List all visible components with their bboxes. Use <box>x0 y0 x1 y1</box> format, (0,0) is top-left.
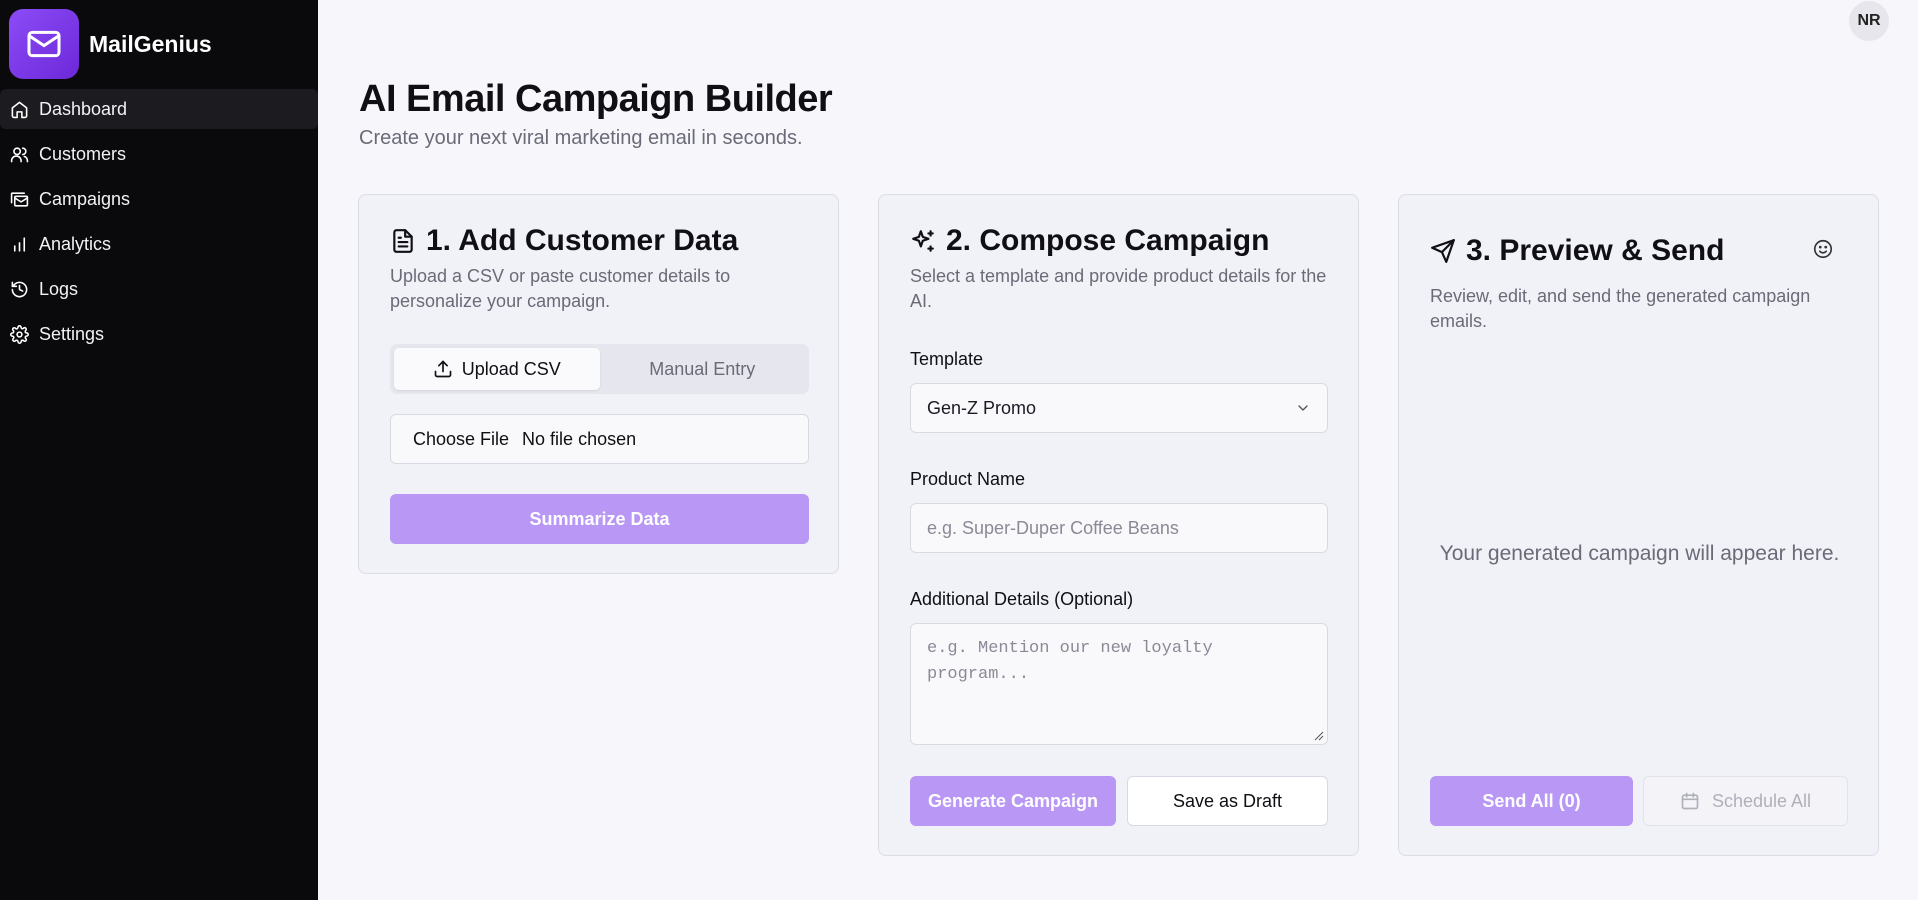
template-value: Gen-Z Promo <box>927 397 1037 418</box>
history-icon <box>11 281 28 297</box>
product-name-label: Product Name <box>910 469 1026 489</box>
sidebar-item-settings[interactable]: Settings <box>0 314 318 354</box>
sidebar-item-label: Campaigns <box>39 188 131 209</box>
sidebar-item-logs[interactable]: Logs <box>0 269 318 309</box>
card-title-text: 2. Compose Campaign <box>946 224 1270 257</box>
users-icon <box>10 146 29 162</box>
send-icon <box>1431 239 1455 263</box>
chevron-down-icon <box>1298 405 1308 411</box>
template-select[interactable]: Gen-Z Promo <box>910 383 1328 433</box>
sidebar-item-analytics[interactable]: Analytics <box>0 224 318 264</box>
sidebar-item-dashboard[interactable]: Dashboard <box>0 89 318 129</box>
template-label: Template <box>910 349 984 369</box>
card-title-text: 1. Add Customer Data <box>426 224 739 257</box>
sidebar-item-label: Logs <box>39 278 79 299</box>
user-avatar[interactable]: NR <box>1849 1 1889 41</box>
page-title: AI Email Campaign Builder <box>359 78 833 120</box>
tab-manual-entry[interactable]: Manual Entry <box>600 348 806 390</box>
brand-name: MailGenius <box>89 30 212 57</box>
home-icon <box>11 101 28 118</box>
page-subtitle: Create your next viral marketing email i… <box>359 127 803 149</box>
file-status: No file chosen <box>522 428 637 449</box>
product-name-input[interactable]: e.g. Super-Duper Coffee Beans <box>910 503 1328 553</box>
calendar-icon <box>1681 792 1699 810</box>
details-placeholder: e.g. Mention our new loyalty program... <box>927 639 1213 684</box>
sidebar-nav: Dashboard Customers Campaigns Analytics … <box>0 89 318 359</box>
sidebar-item-label: Analytics <box>39 233 112 254</box>
sparkles-icon <box>912 230 934 252</box>
sidebar-item-label: Settings <box>39 323 105 344</box>
choose-file-button[interactable]: Choose File <box>413 429 509 450</box>
generate-campaign-button[interactable]: Generate Campaign <box>910 776 1116 826</box>
input-mode-tabs: Upload CSV Manual Entry <box>390 344 809 394</box>
gear-icon <box>10 324 29 344</box>
tab-upload-csv[interactable]: Upload CSV <box>394 348 600 390</box>
empty-preview-message: Your generated campaign will appear here… <box>1439 542 1840 565</box>
schedule-all-button[interactable]: Schedule All <box>1643 776 1848 826</box>
sidebar-item-label: Dashboard <box>39 98 128 119</box>
tab-label: Upload CSV <box>461 358 561 379</box>
resize-grip-icon[interactable] <box>1314 731 1324 741</box>
additional-details-textarea[interactable]: e.g. Mention our new loyalty program... <box>910 623 1328 745</box>
card-title: 2. Compose Campaign <box>910 224 1269 258</box>
card-description: Select a template and provide product de… <box>910 266 1327 311</box>
csv-file-input[interactable]: Choose File No file chosen <box>390 414 809 464</box>
sidebar-item-campaigns[interactable]: Campaigns <box>0 179 318 219</box>
sidebar-item-label: Customers <box>39 143 127 164</box>
preview-send-card: 3. Preview & Send Review, edit, and send… <box>1398 194 1879 856</box>
summarize-data-button[interactable]: Summarize Data <box>390 494 809 544</box>
card-title-text: 3. Preview & Send <box>1466 234 1725 267</box>
compose-campaign-card: 2. Compose Campaign Select a template an… <box>878 194 1359 856</box>
save-draft-button[interactable]: Save as Draft <box>1127 776 1328 826</box>
mail-logo-icon <box>9 9 79 79</box>
card-title: 1. Add Customer Data <box>390 224 738 258</box>
upload-icon <box>434 360 452 378</box>
card-description: Review, edit, and send the generated cam… <box>1430 286 1811 331</box>
sidebar: MailGenius Dashboard Customers Campaigns… <box>0 0 318 900</box>
bar-chart-icon <box>13 236 26 252</box>
schedule-all-label: Schedule All <box>1711 790 1812 811</box>
additional-details-label: Additional Details (Optional) <box>910 589 1134 609</box>
card-description: Upload a CSV or paste customer details t… <box>390 266 731 311</box>
sidebar-item-customers[interactable]: Customers <box>0 134 318 174</box>
file-text-icon <box>393 229 413 253</box>
brand[interactable]: MailGenius <box>9 9 212 79</box>
card-title: 3. Preview & Send <box>1430 234 1724 268</box>
send-all-button[interactable]: Send All (0) <box>1430 776 1633 826</box>
smiley-icon[interactable] <box>1812 238 1834 260</box>
mail-stack-icon <box>10 191 29 207</box>
add-customer-data-card: 1. Add Customer Data Upload a CSV or pas… <box>358 194 839 574</box>
tab-label: Manual Entry <box>649 358 756 379</box>
